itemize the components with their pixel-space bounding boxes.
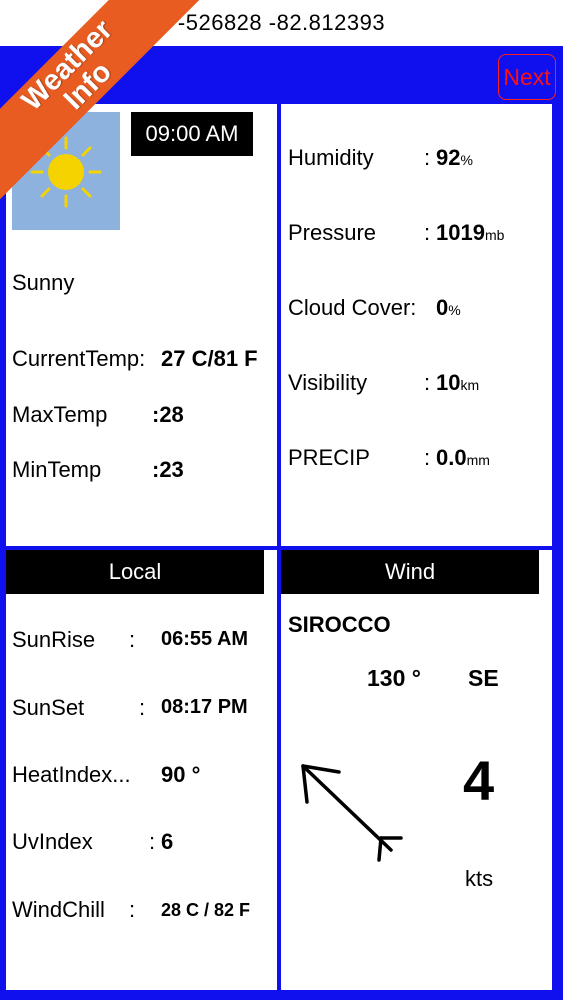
wind-chill-sep: : <box>129 897 136 922</box>
weather-icon-box <box>12 112 120 230</box>
next-button[interactable]: Next <box>498 54 556 100</box>
wind-degrees: 130 ° <box>367 665 421 691</box>
min-temp-label: MinTemp <box>12 457 102 482</box>
sunrise-label: SunRise <box>12 627 96 652</box>
condition-label: Sunny <box>12 270 75 295</box>
sunset-value: 08:17 PM <box>161 696 248 718</box>
precip-label: PRECIP <box>288 445 370 470</box>
current-temp-label: CurrentTemp: <box>12 346 146 371</box>
visibility-value: 10km <box>436 370 480 395</box>
coordinates-readout: -526828 -82.812393 <box>177 10 386 35</box>
details-panel: Humidity : 92% Pressure : 1019mb Cloud C… <box>281 104 552 546</box>
max-temp-value: :28 <box>152 402 184 427</box>
pressure-value: 1019mb <box>436 220 505 245</box>
precip-value: 0.0mm <box>436 445 490 470</box>
sunset-label: SunSet <box>12 695 85 720</box>
precip-sep: : <box>424 445 431 470</box>
sun-icon <box>30 136 102 208</box>
pressure-label: Pressure <box>288 220 377 245</box>
humidity-label: Humidity <box>288 145 374 170</box>
humidity-sep: : <box>424 145 431 170</box>
time-badge: 09:00 AM <box>131 112 253 156</box>
visibility-label: Visibility <box>288 370 368 395</box>
wind-name: SIROCCO <box>288 612 391 637</box>
current-temp-value: 27 C/81 F <box>161 346 258 371</box>
heat-index-label: HeatIndex... <box>12 762 131 787</box>
uv-index-value: 6 <box>161 829 174 854</box>
wind-unit: kts <box>465 866 494 891</box>
wind-direction: SE <box>468 665 499 691</box>
pressure-sep: : <box>424 220 431 245</box>
uv-index-sep: : <box>149 829 156 854</box>
wind-header: Wind <box>281 550 539 594</box>
uv-index-label: UvIndex <box>12 829 93 854</box>
sunrise-value: 06:55 AM <box>161 628 249 650</box>
wind-chill-value: 28 C / 82 F <box>161 900 251 920</box>
local-panel: Local SunRise : 06:55 AM SunSet : 08:17 … <box>6 550 277 990</box>
wind-panel: Wind SIROCCO 130 ° SE 4 kts <box>281 550 552 990</box>
cloud-cover-label: Cloud Cover: <box>288 295 417 320</box>
wind-speed: 4 <box>463 749 495 812</box>
local-header: Local <box>6 550 264 594</box>
humidity-value: 92% <box>436 145 473 170</box>
sunset-sep: : <box>139 695 146 720</box>
wind-chill-label: WindChill <box>12 897 105 922</box>
sunrise-sep: : <box>129 627 136 652</box>
heat-index-value: 90 ° <box>161 762 201 787</box>
min-temp-value: :23 <box>152 457 184 482</box>
visibility-sep: : <box>424 370 431 395</box>
weather-panel: 09:00 AM Sunny CurrentTemp: 27 C/81 F Ma… <box>6 104 277 546</box>
cloud-cover-value: 0% <box>436 295 461 320</box>
max-temp-label: MaxTemp <box>12 402 108 427</box>
wind-arrow-icon <box>301 764 403 862</box>
